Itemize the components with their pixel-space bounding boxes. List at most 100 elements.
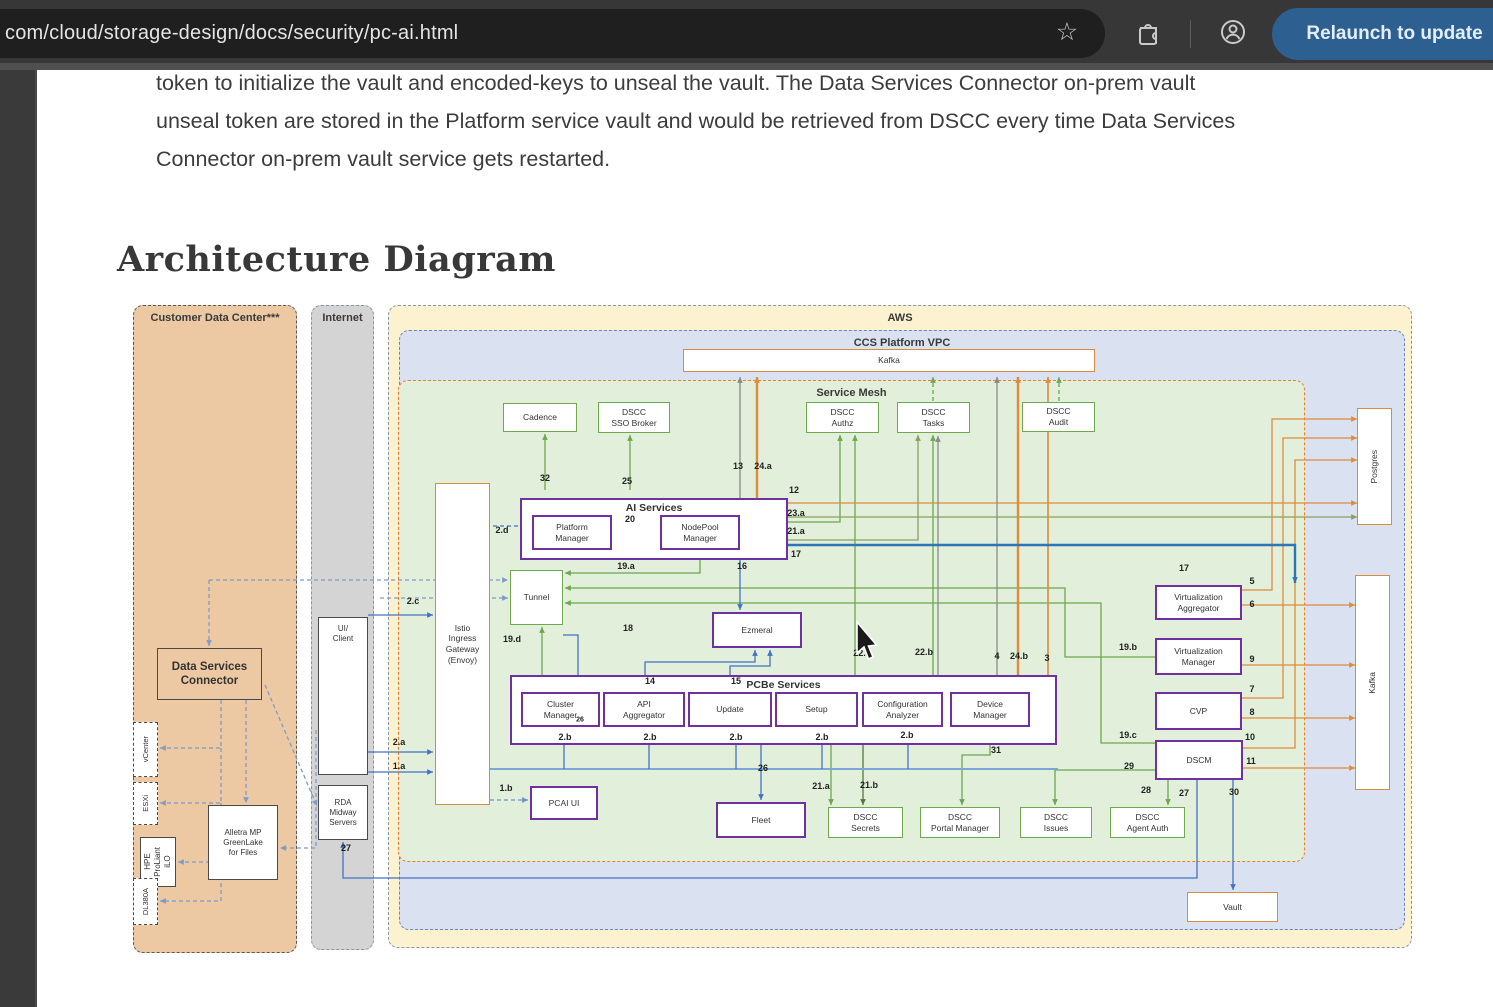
box-dl380a: DL380A	[133, 878, 158, 925]
left-dark-strip	[0, 70, 37, 1007]
box-dscc-issues: DSCC Issues	[1020, 807, 1092, 838]
edge-label-23.a: 23.a	[787, 508, 805, 518]
edge-label-19.d: 19.d	[503, 634, 521, 644]
box-cluster-manager: Cluster Manager	[521, 692, 600, 727]
edge-label-32: 32	[540, 473, 550, 483]
box-label-rda-midway-servers: RDA Midway Servers	[329, 798, 357, 828]
box-label-vault: Vault	[1223, 902, 1242, 913]
container-label-service-mesh: Service Mesh	[399, 387, 1304, 399]
edge-label-21.a: 21.a	[812, 781, 830, 791]
box-dscc-tasks: DSCC Tasks	[897, 402, 970, 433]
edge-label-2.d: 2.d	[495, 525, 508, 535]
container-label-ccs-platform-vpc: CCS Platform VPC	[400, 337, 1404, 349]
url-text[interactable]: com/cloud/storage-design/docs/security/p…	[5, 22, 458, 45]
box-label-dscc-audit: DSCC Audit	[1046, 406, 1070, 427]
box-nodepool-manager: NodePool Manager	[660, 515, 740, 550]
box-title-pcbe-services: PCBe Services	[512, 679, 1055, 691]
edge-label-4: 4	[994, 651, 999, 661]
edge-label-11: 11	[1246, 756, 1256, 766]
box-label-hpe-proliant-ilo: HPE ProLiant iLO	[143, 847, 173, 877]
box-title-ai-services: AI Services	[522, 502, 786, 514]
edge-label-26: 26	[758, 763, 768, 773]
box-label-ezmeral: Ezmeral	[741, 625, 772, 636]
edge-label-6: 6	[1249, 599, 1254, 609]
box-cvp: CVP	[1155, 692, 1242, 730]
box-label-kafka-right: Kafka	[1367, 672, 1378, 694]
edge-label-19.a: 19.a	[617, 561, 635, 571]
edge-label-9: 9	[1249, 654, 1254, 664]
edge-label-2.c: 2.c	[407, 596, 420, 606]
edge-label-22.a: 22.a	[853, 648, 871, 658]
extensions-icon[interactable]	[1134, 18, 1162, 46]
edge-label-10: 10	[1245, 732, 1255, 742]
box-label-dscc-authz: DSCC Authz	[830, 407, 854, 428]
edge-label-1.b: 1.b	[499, 783, 512, 793]
box-label-update: Update	[716, 704, 743, 715]
edge-label-21.b: 21.b	[860, 780, 878, 790]
box-dscc-agent-auth: DSCC Agent Auth	[1110, 807, 1185, 838]
edge-label-22.b: 22.b	[915, 647, 933, 657]
box-label-virtualization-aggregator: Virtualization Aggregator	[1174, 592, 1223, 613]
box-kafka-bar: Kafka	[683, 349, 1095, 372]
edge-label-27: 27	[1179, 788, 1189, 798]
edge-label-24.a: 24.a	[754, 461, 772, 471]
edge-label-7: 7	[1249, 684, 1254, 694]
toolbar-divider	[1190, 20, 1191, 48]
edge-label-28: 28	[1141, 785, 1151, 795]
box-dscc-audit: DSCC Audit	[1022, 402, 1095, 432]
browser-toolbar: com/cloud/storage-design/docs/security/p…	[0, 0, 1493, 63]
box-rda-midway-servers: RDA Midway Servers	[318, 785, 368, 840]
puzzle-icon	[1134, 18, 1162, 46]
box-platform-manager: Platform Manager	[532, 515, 612, 550]
url-bar[interactable]: com/cloud/storage-design/docs/security/p…	[0, 9, 1105, 58]
box-label-ui-client: UI/ Client	[333, 624, 353, 644]
box-device-manager: Device Manager	[950, 692, 1030, 727]
edge-label-25: 25	[622, 476, 632, 486]
box-dscc-sso-broker: DSCC SSO Broker	[598, 402, 670, 433]
box-virtualization-aggregator: Virtualization Aggregator	[1155, 585, 1242, 620]
box-alletra-mp-greenlake: Alletra MP GreenLake for Files	[208, 805, 278, 880]
edge-label-8: 8	[1249, 707, 1254, 717]
box-label-cadence: Cadence	[523, 412, 557, 423]
edge-label-29: 29	[1124, 761, 1134, 771]
box-label-istio-ingress-gateway: Istio Ingress Gateway (Envoy)	[446, 623, 480, 666]
box-label-kafka-bar: Kafka	[878, 355, 900, 366]
edge-label-19.c: 19.c	[1119, 730, 1137, 740]
edge-label-2.b: 2.b	[729, 732, 742, 742]
edge-label-27: 27	[341, 843, 351, 853]
box-vault: Vault	[1187, 892, 1278, 922]
box-label-platform-manager: Platform Manager	[555, 522, 589, 543]
box-label-dscc-portal-manager: DSCC Portal Manager	[931, 812, 989, 833]
bookmark-star-icon[interactable]: ☆	[1053, 18, 1081, 46]
box-label-dscc-issues: DSCC Issues	[1044, 812, 1069, 833]
box-label-dscc-sso-broker: DSCC SSO Broker	[611, 407, 656, 428]
edge-label-3: 3	[1044, 653, 1049, 663]
edge-label-2.a: 2.a	[393, 737, 406, 747]
container-label-aws: AWS	[389, 312, 1411, 324]
box-api-aggregator: API Aggregator	[603, 692, 685, 727]
box-ezmeral: Ezmeral	[712, 612, 802, 648]
edge-label-16: 16	[737, 561, 747, 571]
box-label-data-services-connector: Data Services Connector	[172, 660, 247, 689]
profile-icon[interactable]	[1219, 18, 1247, 46]
edge-label-1.a: 1.a	[393, 761, 406, 771]
vault-paragraph: token to initialize the vault and encode…	[156, 64, 1436, 178]
relaunch-button[interactable]: Relaunch to update	[1272, 8, 1493, 60]
browser-window: com/cloud/storage-design/docs/security/p…	[0, 0, 1493, 1007]
edge-label-19.b: 19.b	[1119, 642, 1137, 652]
architecture-diagram: Customer Data Center***InternetAWSCCS Pl…	[118, 300, 1412, 955]
box-label-tunnel: Tunnel	[524, 592, 550, 603]
box-update: Update	[688, 692, 772, 727]
box-dscc-secrets: DSCC Secrets	[828, 807, 903, 838]
box-virtualization-manager: Virtualization Manager	[1155, 638, 1242, 675]
container-label-customer-data-center: Customer Data Center***	[134, 312, 296, 324]
box-label-dl380a: DL380A	[141, 888, 150, 915]
box-label-dscc-tasks: DSCC Tasks	[921, 407, 945, 428]
box-label-fleet: Fleet	[752, 815, 771, 826]
box-label-pcai-ui: PCAI UI	[549, 798, 580, 809]
box-kafka-right: Kafka	[1355, 575, 1390, 790]
edge-label-2.b: 2.b	[900, 730, 913, 740]
edge-label-14: 14	[645, 676, 655, 686]
box-dscc-authz: DSCC Authz	[806, 402, 879, 433]
edge-label-31: 31	[991, 745, 1001, 755]
